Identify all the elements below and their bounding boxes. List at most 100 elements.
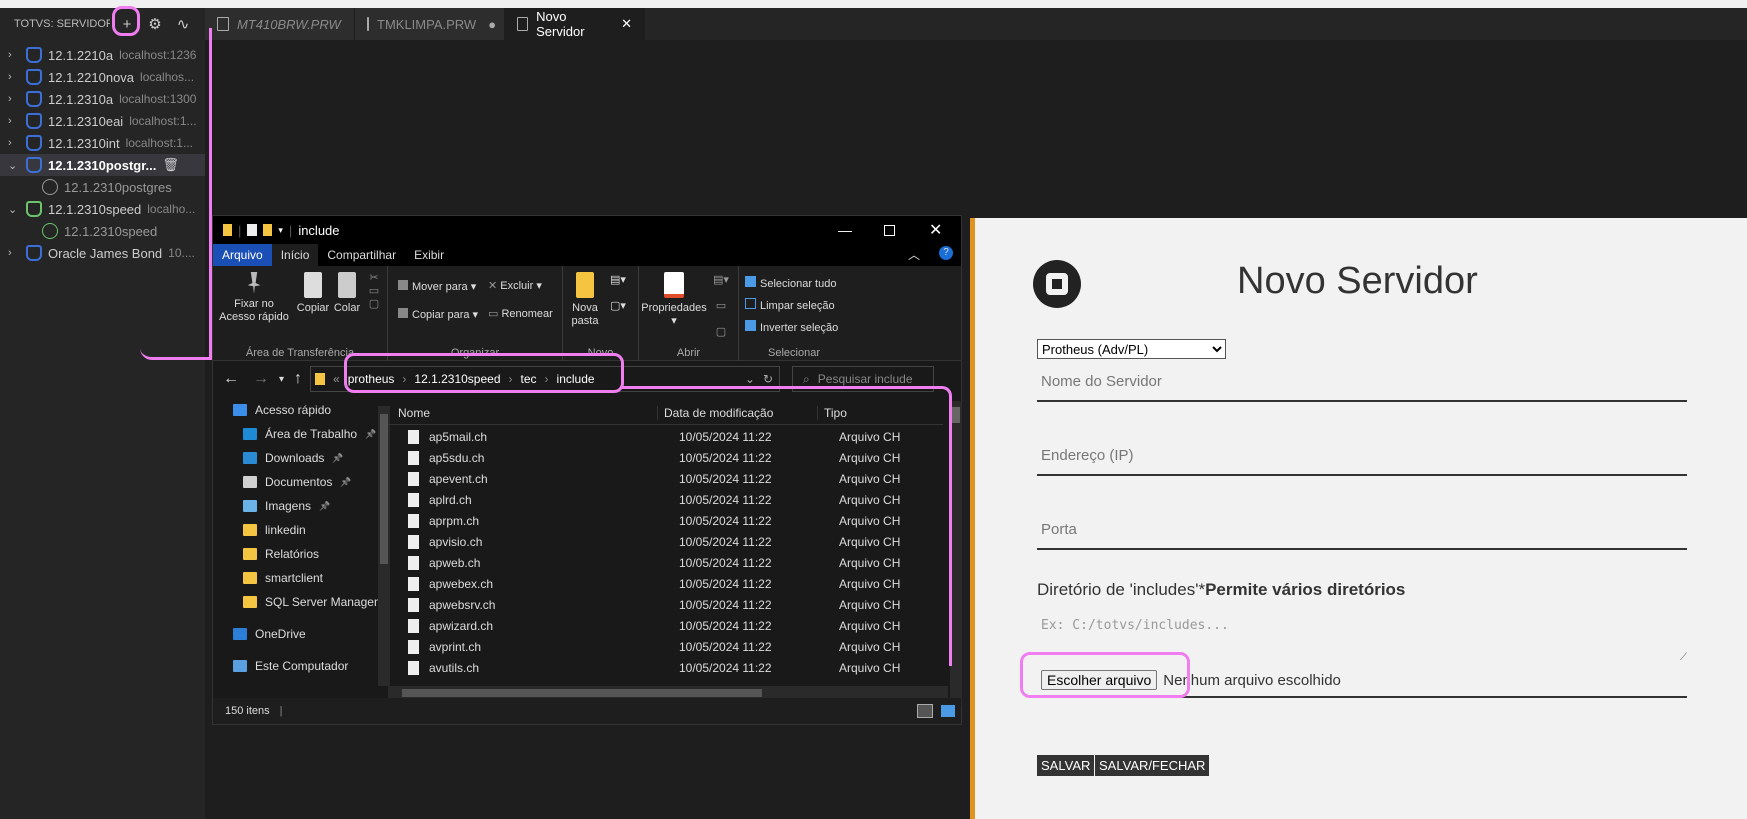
nav-item[interactable]: Acesso rápido — [233, 398, 331, 422]
tab-compartilhar[interactable]: Compartilhar — [318, 244, 405, 266]
ribbon-group-clipboard: Fixar no Acesso rápido Copiar Colar ✂ ▭ ▢ … — [213, 266, 388, 361]
save-button[interactable]: SALVAR — [1037, 755, 1095, 776]
port-field[interactable]: Porta — [1037, 521, 1687, 550]
nav-item[interactable]: SQL Server Managem — [243, 590, 384, 614]
file-icon — [408, 534, 419, 549]
resize-handle-icon[interactable]: ⟋ — [1680, 652, 1687, 663]
ribbon: Fixar no Acesso rápido Copiar Colar ✂ ▭ ▢ … — [213, 266, 961, 361]
cut-icon[interactable]: ✂ ▭ ▢ — [365, 272, 383, 311]
tab-tmklimpa[interactable]: TMKLIMPA.PRW ● — [355, 8, 505, 40]
pin-quick-access-button[interactable]: Fixar no Acesso rápido — [218, 272, 290, 324]
move-to-button[interactable]: Mover para ▾ — [398, 280, 476, 294]
address-field[interactable]: Endereço (IP) — [1037, 447, 1687, 476]
copy-to-label: Copiar para — [412, 309, 470, 321]
collapse-ribbon-icon[interactable]: ︿ — [899, 244, 929, 266]
pin-icon[interactable]: 📌 — [340, 477, 351, 488]
close-window-icon[interactable]: ✕ — [929, 220, 942, 240]
new-folder-icon[interactable] — [263, 224, 273, 236]
tab-mt410brw[interactable]: MT410BRW.PRW — [205, 8, 355, 40]
explorer-statusbar: 150 itens | — [213, 698, 961, 724]
server-icon — [26, 157, 42, 173]
includes-label-text: Diretório de 'includes'* — [1037, 580, 1206, 599]
pin-icon[interactable]: 📌 — [332, 453, 343, 464]
nav-item[interactable]: smartclient — [243, 566, 323, 590]
server-label: 12.1.2310int — [48, 135, 120, 151]
save-close-button[interactable]: SALVAR/FECHAR — [1095, 755, 1210, 776]
chevron-right-icon[interactable]: › — [8, 247, 22, 259]
ribbon-group-new: Nova pasta ▤▾ ▢▾ Novo — [563, 266, 639, 361]
tiles-view-icon[interactable] — [941, 705, 955, 717]
includes-note: Permite vários diretórios — [1205, 580, 1406, 599]
refresh-icon[interactable]: ↻ — [763, 372, 773, 386]
chevron-right-icon[interactable]: › — [8, 49, 22, 61]
file-icon — [517, 17, 529, 31]
server-type-select[interactable]: Protheus (Adv/PL) — [1037, 339, 1226, 359]
column-name[interactable]: Nome — [388, 405, 658, 420]
new-folder-icon — [576, 272, 594, 298]
copy-button[interactable]: Copiar — [295, 272, 331, 315]
server-label: 12.1.2210nova — [48, 69, 135, 85]
rename-button[interactable]: ▭ Renomear — [488, 308, 553, 321]
annotation-connector — [620, 386, 952, 666]
details-view-icon[interactable] — [917, 704, 933, 718]
back-icon[interactable]: ← — [223, 370, 239, 388]
nav-item[interactable]: Este Computador — [233, 654, 348, 678]
nav-item[interactable]: Downloads 📌 — [243, 446, 344, 470]
tab-novo-servidor[interactable]: Novo Servidor ✕ — [505, 8, 645, 40]
delete-button[interactable]: ✕ Excluir ▾ — [488, 280, 542, 293]
address-dropdown-icon[interactable]: ⌄ — [745, 372, 755, 386]
select-all-label: Selecionar tudo — [760, 278, 837, 290]
chevron-right-icon[interactable]: › — [8, 115, 22, 127]
tab-inicio[interactable]: Início — [271, 244, 319, 266]
invert-selection-button[interactable]: Inverter seleção — [745, 320, 838, 335]
nav-item[interactable]: linkedin — [243, 518, 306, 542]
nav-item[interactable]: Relatórios — [243, 542, 319, 566]
file-icon — [408, 513, 419, 528]
quick-access-dropdown-icon[interactable]: ▾ — [278, 225, 283, 236]
folder-icon — [315, 373, 326, 385]
copy-to-button[interactable]: Copiar para ▾ — [398, 308, 478, 322]
help-icon[interactable]: ? — [939, 246, 953, 260]
file-icon — [408, 450, 419, 465]
paste-button[interactable]: Colar — [331, 272, 363, 315]
pin-icon[interactable]: 📌 — [319, 501, 330, 512]
forward-icon[interactable]: → — [253, 370, 269, 388]
nav-label: OneDrive — [255, 627, 306, 641]
open-icon[interactable]: ▤▾ ▭ ▢ — [711, 274, 731, 339]
close-icon[interactable]: ✕ — [621, 16, 632, 32]
properties-button[interactable]: Propriedades ▾ — [641, 272, 707, 328]
new-item-icon[interactable]: ▤▾ ▢▾ — [607, 274, 629, 313]
server-icon — [26, 47, 42, 63]
up-icon[interactable]: ↑ — [294, 370, 302, 388]
new-folder-button[interactable]: Nova pasta — [569, 272, 601, 328]
nav-item[interactable]: Documentos 📌 — [243, 470, 352, 494]
tab-arquivo[interactable]: Arquivo — [213, 244, 272, 266]
annotation-file-button-highlight — [1020, 652, 1190, 698]
chevron-right-icon[interactable]: › — [8, 71, 22, 83]
file-icon — [367, 17, 369, 31]
minimize-icon[interactable]: — — [838, 222, 852, 238]
server-name-field[interactable]: Nome do Servidor — [1037, 373, 1687, 402]
recent-dropdown-icon[interactable]: ▾ — [279, 374, 284, 385]
delete-label: Excluir — [500, 280, 534, 292]
nav-item[interactable]: OneDrive — [233, 622, 306, 646]
server-label: 12.1.2310eai — [48, 113, 124, 129]
overflow-icon[interactable]: « — [333, 372, 340, 386]
chevron-down-icon[interactable]: ⌄ — [8, 203, 22, 216]
server-icon — [26, 201, 42, 217]
includes-label: Diretório de 'includes'*Permite vários d… — [1037, 580, 1405, 600]
chevron-right-icon[interactable]: › — [8, 137, 22, 149]
nav-item[interactable]: Área de Trabalho 📌 — [243, 422, 376, 446]
chevron-right-icon[interactable]: › — [8, 93, 22, 105]
maximize-icon[interactable] — [884, 224, 895, 236]
chevron-down-icon[interactable]: ⌄ — [8, 159, 22, 172]
tab-exibir[interactable]: Exibir — [405, 244, 453, 266]
explorer-titlebar: | ▾ | include — ✕ — [213, 216, 961, 244]
nav-item[interactable]: Imagens 📌 — [243, 494, 330, 518]
properties-icon[interactable] — [247, 224, 258, 236]
pin-icon[interactable]: 📌 — [365, 429, 376, 440]
clear-selection-button[interactable]: Limpar seleção — [745, 298, 835, 313]
select-all-button[interactable]: Selecionar tudo — [745, 276, 836, 291]
file-icon — [408, 660, 419, 675]
folder-icon — [243, 428, 257, 440]
